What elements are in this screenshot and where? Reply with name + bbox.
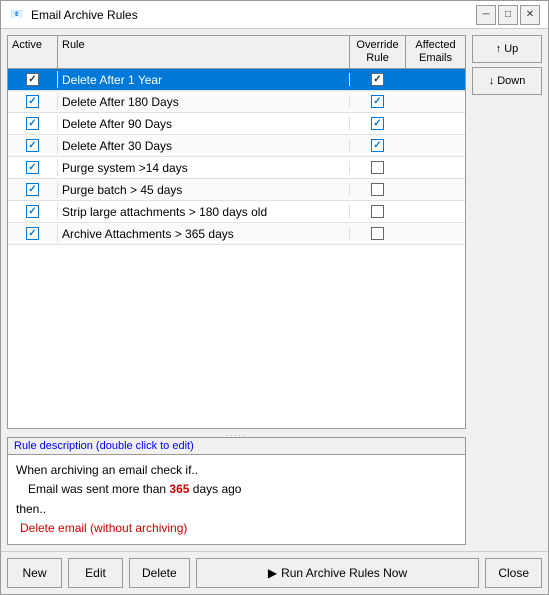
row-override-cell: [349, 205, 405, 218]
table-row[interactable]: Purge batch > 45 days: [8, 179, 465, 201]
desc-line1: When archiving an email check if..: [16, 461, 457, 480]
window-title: Email Archive Rules: [31, 8, 138, 22]
row-active-cell: [8, 181, 58, 198]
desc-then: then..: [16, 500, 457, 519]
row-rule-cell: Purge batch > 45 days: [58, 181, 349, 199]
override-checkbox[interactable]: [371, 183, 384, 196]
table-row[interactable]: Delete After 1 Year: [8, 69, 465, 91]
title-bar-controls: ─ □ ✕: [476, 5, 540, 25]
override-checkbox[interactable]: [371, 227, 384, 240]
active-checkbox[interactable]: [26, 161, 39, 174]
col-header-active: Active: [8, 36, 58, 68]
close-button-bottom[interactable]: Close: [485, 558, 542, 588]
archive-label: Run Archive Rules Now: [281, 566, 407, 580]
row-active-cell: [8, 203, 58, 220]
description-header[interactable]: Rule description (double click to edit): [8, 438, 465, 455]
row-override-cell: [349, 95, 405, 108]
table-row[interactable]: Purge system >14 days: [8, 157, 465, 179]
archive-icon: ▶: [268, 566, 277, 580]
desc-line2: Email was sent more than 365 days ago: [16, 480, 457, 499]
override-checkbox[interactable]: [371, 117, 384, 130]
desc-action: Delete email (without archiving): [16, 519, 457, 538]
table-row[interactable]: Strip large attachments > 180 days old: [8, 201, 465, 223]
delete-button[interactable]: Delete: [129, 558, 190, 588]
table-row[interactable]: Delete After 30 Days: [8, 135, 465, 157]
resize-handle[interactable]: .....: [7, 429, 466, 437]
new-button[interactable]: New: [7, 558, 62, 588]
title-bar: 📧 Email Archive Rules ─ □ ✕: [1, 1, 548, 29]
down-button[interactable]: ↓ Down: [472, 67, 542, 95]
row-override-cell: [349, 227, 405, 240]
active-checkbox[interactable]: [26, 139, 39, 152]
down-arrow-icon: ↓: [489, 75, 495, 87]
row-rule-cell: Delete After 1 Year: [58, 71, 349, 89]
override-checkbox[interactable]: [371, 161, 384, 174]
row-override-cell: [349, 73, 405, 86]
archive-now-button[interactable]: ▶ Run Archive Rules Now: [196, 558, 480, 588]
desc-line2-suffix: days ago: [189, 482, 241, 496]
up-label: Up: [504, 43, 518, 55]
description-panel: Rule description (double click to edit) …: [7, 437, 466, 545]
row-rule-cell: Delete After 180 Days: [58, 93, 349, 111]
row-rule-cell: Delete After 30 Days: [58, 137, 349, 155]
table-row[interactable]: Delete After 180 Days: [8, 91, 465, 113]
row-rule-cell: Delete After 90 Days: [58, 115, 349, 133]
row-active-cell: [8, 159, 58, 176]
desc-highlight: 365: [169, 482, 189, 496]
edit-button[interactable]: Edit: [68, 558, 123, 588]
row-active-cell: [8, 71, 58, 88]
left-panel: Active Rule OverrideRule AffectedEmails …: [7, 35, 466, 545]
table-body: Delete After 1 Year Delete After 180 Days…: [8, 69, 465, 428]
row-rule-cell: Archive Attachments > 365 days: [58, 225, 349, 243]
close-button[interactable]: ✕: [520, 5, 540, 25]
override-checkbox[interactable]: [371, 139, 384, 152]
app-icon: 📧: [9, 7, 25, 23]
row-override-cell: [349, 161, 405, 174]
col-header-affected: AffectedEmails: [405, 36, 465, 68]
row-active-cell: [8, 115, 58, 132]
table-row[interactable]: Delete After 90 Days: [8, 113, 465, 135]
right-panel: ↑ Up ↓ Down: [472, 35, 542, 545]
up-button[interactable]: ↑ Up: [472, 35, 542, 63]
bottom-bar: New Edit Delete ▶ Run Archive Rules Now …: [1, 551, 548, 594]
col-header-rule: Rule: [58, 36, 349, 68]
active-checkbox[interactable]: [26, 95, 39, 108]
row-rule-cell: Strip large attachments > 180 days old: [58, 203, 349, 221]
row-active-cell: [8, 137, 58, 154]
row-rule-cell: Purge system >14 days: [58, 159, 349, 177]
active-checkbox[interactable]: [26, 205, 39, 218]
description-body: When archiving an email check if.. Email…: [8, 455, 465, 544]
col-header-override: OverrideRule: [349, 36, 405, 68]
row-override-cell: [349, 183, 405, 196]
title-bar-left: 📧 Email Archive Rules: [9, 7, 138, 23]
active-checkbox[interactable]: [26, 183, 39, 196]
row-override-cell: [349, 139, 405, 152]
table-header: Active Rule OverrideRule AffectedEmails: [8, 36, 465, 69]
row-active-cell: [8, 93, 58, 110]
active-checkbox[interactable]: [26, 117, 39, 130]
maximize-button[interactable]: □: [498, 5, 518, 25]
main-content: Active Rule OverrideRule AffectedEmails …: [1, 29, 548, 551]
row-override-cell: [349, 117, 405, 130]
active-checkbox[interactable]: [26, 73, 39, 86]
rules-table: Active Rule OverrideRule AffectedEmails …: [7, 35, 466, 429]
override-checkbox[interactable]: [371, 95, 384, 108]
minimize-button[interactable]: ─: [476, 5, 496, 25]
desc-line2-prefix: Email was sent more than: [28, 482, 169, 496]
down-label: Down: [497, 75, 525, 87]
override-checkbox[interactable]: [371, 73, 384, 86]
active-checkbox[interactable]: [26, 227, 39, 240]
override-checkbox[interactable]: [371, 205, 384, 218]
main-window: 📧 Email Archive Rules ─ □ ✕ Active Rule …: [0, 0, 549, 595]
table-row[interactable]: Archive Attachments > 365 days: [8, 223, 465, 245]
row-active-cell: [8, 225, 58, 242]
up-arrow-icon: ↑: [496, 43, 502, 55]
